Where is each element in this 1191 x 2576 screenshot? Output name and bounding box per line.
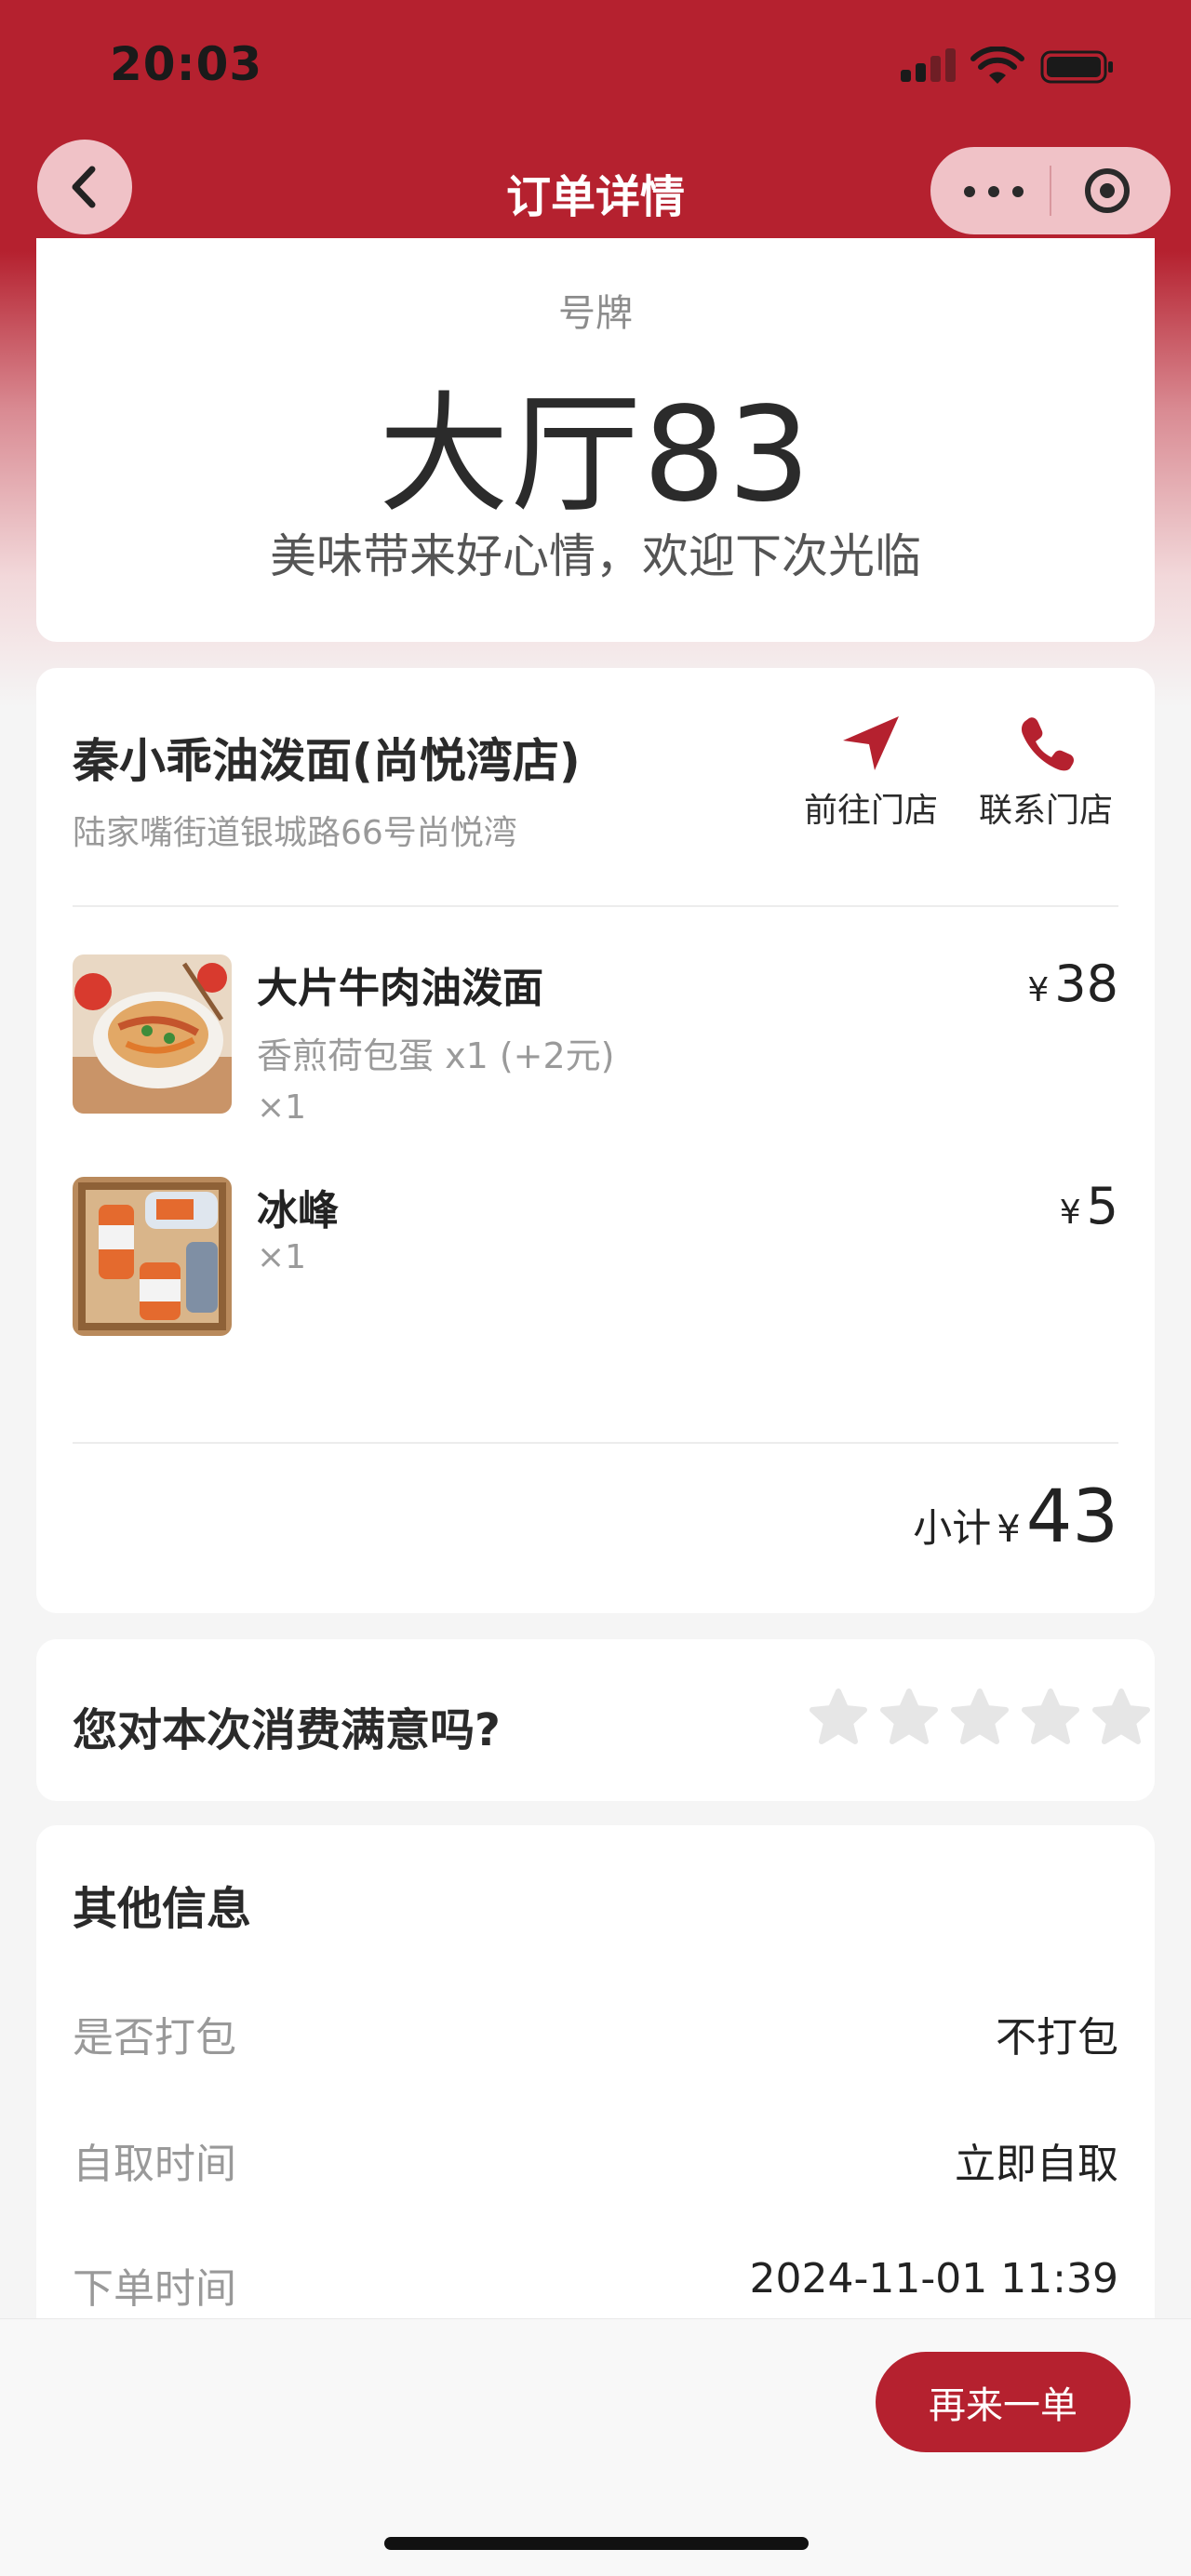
phone-icon	[1022, 717, 1074, 771]
info-row-order-time: 下单时间 2024-11-01 11:39	[73, 2255, 1119, 2313]
ticket-number: 大厅83	[378, 380, 813, 531]
currency-symbol: ¥	[1027, 971, 1050, 1009]
close-mini-program-icon[interactable]	[1085, 168, 1130, 213]
item-price-value: 38	[1054, 954, 1118, 1013]
order-item: 冰峰 ¥5 ×1	[73, 1177, 1118, 1344]
info-value: 不打包	[996, 2014, 1118, 2062]
store-name: 秦小乖油泼面(尚悦湾店)	[73, 734, 581, 788]
info-label: 下单时间	[73, 2265, 236, 2313]
item-name: 大片牛肉油泼面	[257, 965, 543, 1012]
item-spec: 香煎荷包蛋 x1 (+2元)	[257, 1035, 615, 1076]
info-label: 是否打包	[73, 2014, 236, 2062]
status-time: 20:03	[110, 37, 263, 91]
item-price-value: 5	[1086, 1177, 1118, 1235]
navigate-to-store-label: 前往门店	[803, 792, 938, 830]
ticket-label: 号牌	[558, 292, 633, 335]
cellular-signal-icon	[901, 48, 958, 82]
item-price: ¥5	[1060, 1177, 1118, 1235]
item-image-soda	[73, 1177, 232, 1336]
info-value: 2024-11-01 11:39	[749, 2255, 1119, 2302]
navigation-bar: 订单详情	[0, 140, 1191, 251]
pickup-ticket-card: 号牌 大厅83 美味带来好心情，欢迎下次光临	[36, 238, 1155, 642]
divider	[73, 1442, 1118, 1444]
info-row-pickup-time: 自取时间 立即自取	[73, 2130, 1118, 2188]
item-price: ¥38	[1027, 954, 1118, 1013]
currency-symbol: ¥	[997, 1508, 1021, 1551]
info-label: 自取时间	[73, 2141, 236, 2188]
ticket-message: 美味带来好心情，欢迎下次光临	[270, 529, 921, 583]
item-image-noodles	[73, 954, 232, 1114]
home-indicator	[384, 2537, 809, 2550]
subtotal-label: 小计	[913, 1505, 992, 1551]
contact-store-button[interactable]: 联系门店	[967, 714, 1125, 832]
info-value: 立即自取	[955, 2141, 1118, 2188]
subtotal-amount: 43	[1025, 1475, 1118, 1559]
divider	[73, 905, 1118, 907]
more-options-button[interactable]	[964, 173, 1024, 210]
wifi-icon	[970, 47, 1024, 84]
star-icon[interactable]	[809, 1688, 868, 1747]
reorder-button[interactable]: 再来一单	[876, 2352, 1131, 2452]
status-bar: 20:03	[0, 0, 1191, 140]
order-item: 大片牛肉油泼面 ¥38 香煎荷包蛋 x1 (+2元) ×1	[73, 954, 1118, 1131]
item-quantity: ×1	[257, 1238, 307, 1276]
star-icon[interactable]	[879, 1688, 939, 1747]
rating-question: 您对本次消费满意吗?	[73, 1704, 501, 1756]
contact-store-label: 联系门店	[978, 792, 1113, 830]
item-name: 冰峰	[257, 1187, 339, 1235]
subtotal: 小计 ¥ 43	[913, 1475, 1118, 1559]
star-rating	[809, 1688, 1151, 1747]
star-icon[interactable]	[1091, 1688, 1151, 1747]
item-quantity: ×1	[257, 1088, 307, 1127]
star-icon[interactable]	[1021, 1688, 1080, 1747]
star-icon[interactable]	[950, 1688, 1010, 1747]
navigation-arrow-icon	[843, 716, 899, 770]
info-title: 其他信息	[73, 1883, 252, 1935]
currency-symbol: ¥	[1059, 1194, 1081, 1232]
battery-icon	[1040, 50, 1113, 84]
store-address: 陆家嘴街道银城路66号尚悦湾	[73, 814, 517, 852]
order-card: 秦小乖油泼面(尚悦湾店) 陆家嘴街道银城路66号尚悦湾 前往门店 联系门店 大片…	[36, 668, 1155, 1613]
rating-card: 您对本次消费满意吗?	[36, 1639, 1155, 1801]
mini-program-capsule	[930, 147, 1171, 234]
capsule-divider	[1050, 166, 1051, 216]
navigate-to-store-button[interactable]: 前往门店	[792, 714, 950, 832]
info-row-packaging: 是否打包 不打包	[73, 2004, 1118, 2062]
